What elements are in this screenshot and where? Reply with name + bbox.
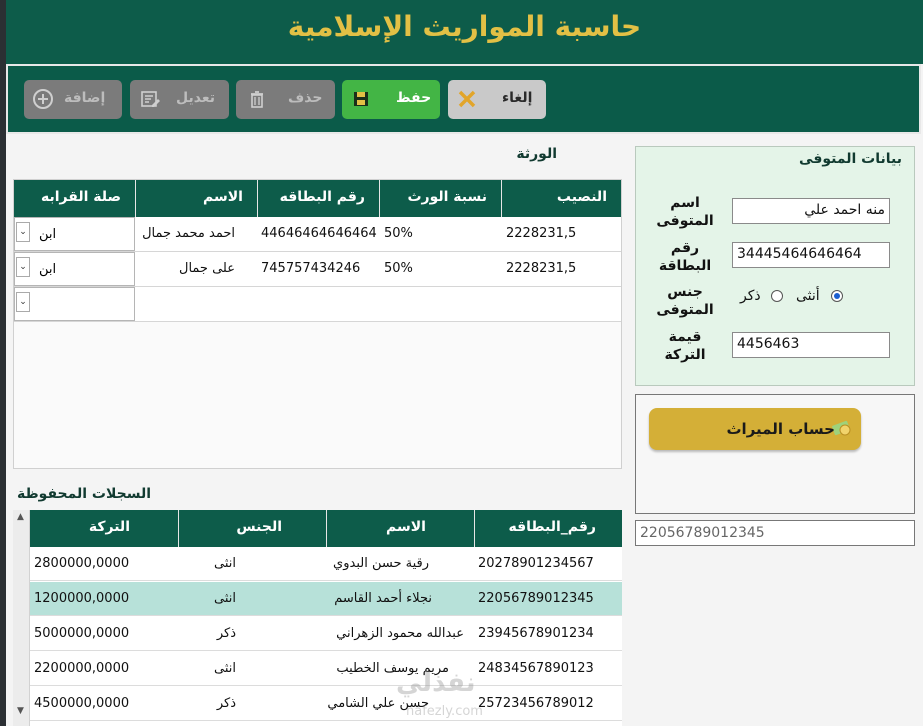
deceased-gender-label: جنس المتوفى bbox=[656, 284, 714, 318]
delete-button[interactable]: حذف bbox=[236, 80, 335, 119]
calculate-inheritance-label: حساب الميراث bbox=[726, 420, 835, 438]
deceased-id-field[interactable]: 34445464646464 bbox=[732, 242, 890, 268]
heirs-section-title: الورثة bbox=[516, 146, 557, 162]
deceased-name-field[interactable]: منه احمد علي bbox=[732, 198, 890, 224]
heirs-col-percent[interactable]: نسبة الورث bbox=[379, 180, 501, 217]
heirs-col-relation[interactable]: صلة القرابه bbox=[14, 180, 135, 217]
heirs-col-name[interactable]: الاسم bbox=[135, 180, 257, 217]
record-id: 25723456789012 bbox=[478, 696, 594, 711]
table-row[interactable]: 2228231,5 50% 44646464646464 احمد محمد ج… bbox=[14, 217, 621, 252]
floppy-disk-icon bbox=[354, 92, 368, 106]
gender-female-label[interactable]: أنثى bbox=[796, 288, 820, 304]
deceased-estate-label: قيمة التركة bbox=[664, 329, 706, 363]
heir-share: 2228231,5 bbox=[506, 261, 577, 276]
gender-male-label[interactable]: ذكر bbox=[740, 288, 761, 304]
edit-button[interactable]: تعديل bbox=[130, 80, 229, 119]
plus-circle-icon bbox=[33, 89, 53, 109]
close-x-icon bbox=[458, 90, 476, 108]
table-row[interactable]: 2228231,5 50% 745757434246 على جمال ⌄ اب… bbox=[14, 252, 621, 287]
gender-male-radio[interactable] bbox=[771, 290, 783, 302]
record-estate: 2800000,0000 bbox=[34, 556, 130, 571]
saved-records-table: ▲ ▼ رقم_البطاقه الاسم الجنس التركة 20278… bbox=[13, 510, 622, 726]
record-gender: ذكر bbox=[216, 626, 236, 641]
table-row[interactable]: 24834567890123 مريم يوسف الخطيب انثى 220… bbox=[30, 652, 622, 686]
deceased-id-label: رقم البطاقة bbox=[658, 240, 712, 274]
relation-value: ابن bbox=[39, 227, 57, 242]
heir-percent: 50% bbox=[384, 226, 413, 241]
cancel-button-label: إلغاء bbox=[502, 90, 533, 106]
record-id: 22056789012345 bbox=[478, 591, 594, 606]
heir-id: 44646464646464 bbox=[261, 226, 377, 241]
table-row[interactable]: 20278901234567 رقية حسن البدوي انثى 2800… bbox=[30, 547, 622, 581]
edit-form-icon bbox=[141, 91, 160, 107]
add-button-label: إضافة bbox=[64, 90, 106, 106]
chevron-down-icon[interactable]: ⌄ bbox=[16, 292, 30, 312]
saved-records-title: السجلات المحفوظة bbox=[17, 486, 152, 502]
relation-select[interactable]: ⌄ ابن bbox=[14, 252, 135, 286]
selected-id-field[interactable]: 22056789012345 bbox=[635, 520, 915, 546]
record-id: 23945678901234 bbox=[478, 626, 594, 641]
new-row[interactable]: ⌄ bbox=[14, 287, 621, 322]
deceased-panel-title: بيانات المتوفى bbox=[799, 151, 902, 167]
delete-button-label: حذف bbox=[288, 90, 323, 106]
chevron-down-icon[interactable]: ⌄ bbox=[16, 222, 30, 242]
record-estate: 2200000,0000 bbox=[34, 661, 130, 676]
heir-name: احمد محمد جمال bbox=[142, 226, 235, 241]
save-button-label: حفظ bbox=[396, 90, 432, 106]
record-gender: ذكر bbox=[216, 696, 236, 711]
saved-col-estate[interactable]: التركة bbox=[30, 510, 178, 547]
app-title: حاسبة المواريث الإسلامية bbox=[287, 10, 642, 43]
vertical-scrollbar[interactable]: ▲ ▼ bbox=[13, 510, 30, 726]
scroll-down-icon[interactable]: ▼ bbox=[17, 706, 24, 716]
record-name: عبدالله محمود الزهراني bbox=[336, 626, 464, 641]
record-estate: 5000000,0000 bbox=[34, 626, 130, 641]
relation-select[interactable]: ⌄ ابن bbox=[14, 217, 135, 251]
record-id: 20278901234567 bbox=[478, 556, 594, 571]
heir-percent: 50% bbox=[384, 261, 413, 276]
record-name: رقية حسن البدوي bbox=[333, 556, 429, 571]
calc-panel: حساب الميراث bbox=[635, 394, 915, 514]
record-gender: انثى bbox=[214, 661, 236, 676]
heir-share: 2228231,5 bbox=[506, 226, 577, 241]
record-name: نجلاء أحمد القاسم bbox=[334, 591, 432, 606]
record-estate: 4500000,0000 bbox=[34, 696, 130, 711]
saved-col-name[interactable]: الاسم bbox=[326, 510, 474, 547]
record-gender: انثى bbox=[214, 591, 236, 606]
watermark-logo: نفذلي nafezly.com bbox=[396, 668, 483, 719]
heirs-table-header: النصيب نسبة الورث رقم البطاقه الاسم صلة … bbox=[14, 180, 621, 217]
saved-col-gender[interactable]: الجنس bbox=[178, 510, 326, 547]
record-gender: انثى bbox=[214, 556, 236, 571]
add-button[interactable]: إضافة bbox=[24, 80, 122, 119]
table-row-selected[interactable]: 22056789012345 نجلاء أحمد القاسم انثى 12… bbox=[30, 582, 622, 616]
deceased-panel: بيانات المتوفى اسم المتوفى منه احمد علي ر… bbox=[635, 146, 915, 386]
scroll-up-icon[interactable]: ▲ bbox=[17, 512, 24, 522]
table-row[interactable]: 25723456789012 حسن علي الشامي ذكر 450000… bbox=[30, 687, 622, 721]
heir-name: على جمال bbox=[179, 261, 235, 276]
deceased-name-label: اسم المتوفى bbox=[656, 195, 714, 229]
saved-col-id[interactable]: رقم_البطاقه bbox=[474, 510, 622, 547]
heirs-col-id[interactable]: رقم البطاقه bbox=[257, 180, 379, 217]
trash-icon bbox=[251, 91, 263, 108]
table-row[interactable]: 23945678901234 عبدالله محمود الزهراني ذك… bbox=[30, 617, 622, 651]
calculate-inheritance-button[interactable]: حساب الميراث bbox=[649, 408, 861, 450]
edit-button-label: تعديل bbox=[176, 90, 215, 106]
save-button[interactable]: حفظ bbox=[342, 80, 440, 119]
heirs-table: النصيب نسبة الورث رقم البطاقه الاسم صلة … bbox=[13, 179, 622, 469]
cancel-button[interactable]: إلغاء bbox=[448, 80, 546, 119]
estate-value-field[interactable]: 4456463 bbox=[732, 332, 890, 358]
relation-select-new[interactable]: ⌄ bbox=[14, 287, 135, 321]
app-header: حاسبة المواريث الإسلامية bbox=[6, 0, 923, 64]
relation-value: ابن bbox=[39, 262, 57, 277]
gender-female-radio[interactable] bbox=[831, 290, 843, 302]
heir-id: 745757434246 bbox=[261, 261, 361, 276]
record-id: 24834567890123 bbox=[478, 661, 594, 676]
record-estate: 1200000,0000 bbox=[34, 591, 130, 606]
chevron-down-icon[interactable]: ⌄ bbox=[16, 257, 30, 277]
saved-table-header: رقم_البطاقه الاسم الجنس التركة bbox=[30, 510, 622, 547]
heirs-col-share[interactable]: النصيب bbox=[501, 180, 621, 217]
toolbar: إضافة تعديل حذف حفظ إلغاء bbox=[6, 64, 921, 134]
